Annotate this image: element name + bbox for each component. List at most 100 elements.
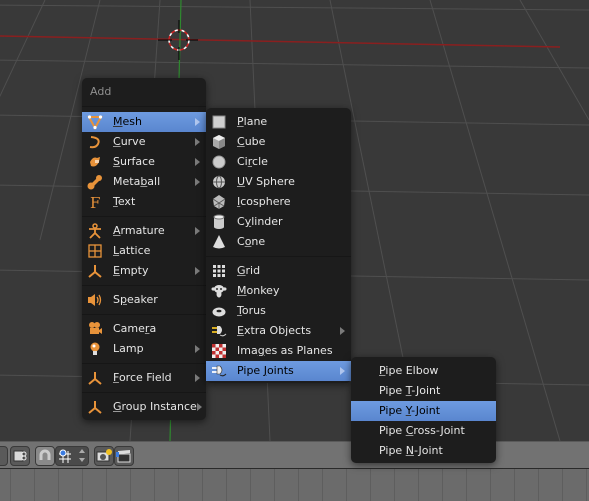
grid-line	[0, 59, 589, 69]
header-button-partial[interactable]	[0, 446, 8, 466]
menu-item-pipe-t-joint[interactable]: Pipe T-Joint	[351, 381, 496, 401]
up-down-arrows-icon	[79, 449, 85, 462]
cone-icon	[211, 234, 227, 250]
timeline-tick	[538, 469, 539, 501]
submenu-arrow-icon	[195, 138, 200, 146]
menu-item-pipe-cross-joint[interactable]: Pipe Cross-Joint	[351, 421, 496, 441]
menu-separator	[82, 285, 206, 286]
menu-item-metaball[interactable]: Metaball	[82, 172, 206, 192]
submenu-arrow-icon	[196, 403, 202, 411]
camera-render-icon	[96, 449, 112, 462]
grid-line	[519, 0, 589, 121]
menu-item-empty[interactable]: Empty	[82, 261, 206, 281]
menu-item-pipe-joints[interactable]: Pipe Joints	[206, 361, 351, 381]
text-icon: F	[87, 194, 103, 210]
menu-item-group-instance[interactable]: Group Instance	[82, 397, 206, 417]
menu-item-pipe-elbow[interactable]: Pipe Elbow	[351, 361, 496, 381]
submenu-arrow-icon	[195, 374, 200, 382]
snap-element-dropdown[interactable]	[55, 446, 89, 466]
menu-item-lattice[interactable]: Lattice	[82, 241, 206, 261]
menu-item-surface[interactable]: Surface	[82, 152, 206, 172]
menu-item-label: Torus	[237, 304, 266, 317]
menu-item-monkey[interactable]: Monkey	[206, 281, 351, 301]
menu-item-plane[interactable]: Plane	[206, 112, 351, 132]
menu-item-camera[interactable]: Camera	[82, 319, 206, 339]
camera-icon	[87, 321, 103, 337]
timeline-tick	[442, 469, 443, 501]
menu-separator	[82, 314, 206, 315]
grid-line	[0, 0, 46, 98]
menu-item-pipe-y-joint[interactable]: Pipe Y-Joint	[351, 401, 496, 421]
menu-item-label: Pipe Cross-Joint	[379, 424, 465, 437]
menu-item-label: Pipe Y-Joint	[379, 404, 441, 417]
menu-item-label: Surface	[113, 155, 155, 168]
menu-item-label: Pipe T-Joint	[379, 384, 441, 397]
menu-item-label: Cone	[237, 235, 266, 248]
menu-item-pipe-n-joint[interactable]: Pipe N-Joint	[351, 441, 496, 461]
submenu-arrow-icon	[340, 367, 345, 375]
menu-item-icosphere[interactable]: Icosphere	[206, 192, 351, 212]
add-menu-title: Add	[90, 85, 112, 98]
timeline-tick	[418, 469, 419, 501]
menu-item-label: UV Sphere	[237, 175, 295, 188]
menu-item-images-as-planes[interactable]: Images as Planes	[206, 341, 351, 361]
force-field-icon	[87, 370, 103, 386]
circle-icon	[211, 154, 227, 170]
monkey-icon	[211, 283, 227, 299]
layer-toggle-button[interactable]	[10, 446, 30, 466]
timeline-tick	[322, 469, 323, 501]
menu-item-label: Images as Planes	[237, 344, 333, 357]
menu-item-label: Cube	[237, 135, 266, 148]
menu-item-mesh[interactable]: Mesh	[82, 112, 206, 132]
metaball-icon	[87, 174, 103, 190]
menu-item-extra-objects[interactable]: Extra Objects	[206, 321, 351, 341]
menu-item-curve[interactable]: Curve	[82, 132, 206, 152]
menu-item-label: Armature	[113, 224, 165, 237]
menu-item-armature[interactable]: Armature	[82, 221, 206, 241]
menu-item-label: Pipe Elbow	[379, 364, 439, 377]
menu-item-grid[interactable]: Grid	[206, 261, 351, 281]
timeline-tick	[514, 469, 515, 501]
menu-item-label: Grid	[237, 264, 261, 277]
menu-item-uv-sphere[interactable]: UV Sphere	[206, 172, 351, 192]
submenu-arrow-icon	[340, 327, 345, 335]
timeline-tick	[370, 469, 371, 501]
menu-item-cube[interactable]: Cube	[206, 132, 351, 152]
menu-item-label: Monkey	[237, 284, 280, 297]
menu-item-text[interactable]: F Text	[82, 192, 206, 212]
menu-item-force-field[interactable]: Force Field	[82, 368, 206, 388]
proportional-edit-button[interactable]	[35, 446, 55, 466]
submenu-arrow-icon	[195, 345, 200, 353]
lattice-icon	[87, 243, 103, 259]
menu-item-circle[interactable]: Circle	[206, 152, 351, 172]
menu-item-cone[interactable]: Cone	[206, 232, 351, 252]
menu-item-label: Lattice	[113, 244, 151, 257]
submenu-arrow-icon	[195, 158, 200, 166]
timeline-tick	[346, 469, 347, 501]
menu-item-label: Speaker	[113, 293, 158, 306]
uv-sphere-icon	[211, 174, 227, 190]
render-opengl-button[interactable]	[94, 446, 114, 466]
svg-text:F: F	[90, 194, 100, 210]
menu-separator	[82, 392, 206, 393]
menu-item-label: Curve	[113, 135, 146, 148]
render-animation-button[interactable]	[114, 446, 134, 466]
menu-item-label: Lamp	[113, 342, 144, 355]
speaker-icon	[87, 292, 103, 308]
menu-item-label: Force Field	[113, 371, 172, 384]
menu-item-lamp[interactable]: Lamp	[82, 339, 206, 359]
menu-item-cylinder[interactable]: Cylinder	[206, 212, 351, 232]
menu-item-torus[interactable]: Torus	[206, 301, 351, 321]
submenu-arrow-icon	[195, 178, 200, 186]
menu-item-speaker[interactable]: Speaker	[82, 290, 206, 310]
timeline-tick	[586, 469, 587, 501]
icosphere-icon	[211, 194, 227, 210]
clapperboard-icon	[116, 450, 131, 463]
timeline[interactable]	[0, 469, 589, 501]
submenu-arrow-icon	[195, 267, 200, 275]
timeline-tick	[58, 469, 59, 501]
menu-item-label: Cylinder	[237, 215, 283, 228]
group-instance-icon	[87, 399, 103, 415]
timeline-tick	[250, 469, 251, 501]
layers-icon	[13, 450, 27, 462]
